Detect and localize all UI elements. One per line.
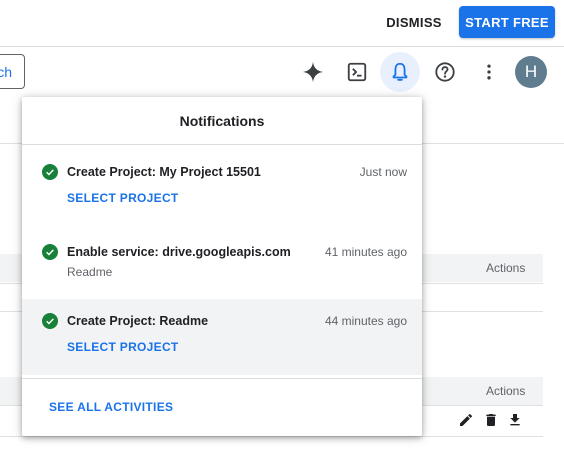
- divider: [0, 436, 543, 437]
- notification-title: Create Project: My Project 15501: [67, 165, 261, 179]
- gemini-sparkle-icon[interactable]: [293, 52, 333, 92]
- notification-time: 41 minutes ago: [324, 245, 407, 259]
- notification-title: Enable service: drive.googleapis.com: [67, 245, 291, 259]
- panel-title: Notifications: [22, 97, 422, 145]
- notification-time: 44 minutes ago: [324, 314, 407, 328]
- notification-item[interactable]: Create Project: Readme 44 minutes ago SE…: [22, 299, 422, 375]
- notification-item[interactable]: Create Project: My Project 15501 Just no…: [22, 146, 422, 220]
- notifications-panel: Notifications Create Project: My Project…: [22, 97, 422, 436]
- success-check-icon: [42, 313, 58, 329]
- notification-subtitle: Readme: [67, 265, 113, 279]
- success-check-icon: [42, 164, 58, 180]
- panel-footer: SEE ALL ACTIVITIES: [22, 378, 422, 436]
- actions-column-header: Actions: [486, 261, 526, 275]
- notification-item[interactable]: Enable service: drive.googleapis.com 41 …: [22, 226, 422, 290]
- more-vert-icon[interactable]: [469, 52, 509, 92]
- success-check-icon: [42, 244, 58, 260]
- select-project-link[interactable]: SELECT PROJECT: [67, 191, 179, 205]
- select-project-link[interactable]: SELECT PROJECT: [67, 340, 179, 354]
- download-icon[interactable]: [506, 411, 524, 429]
- free-trial-banner: DISMISS START FREE: [0, 0, 564, 47]
- search-button[interactable]: ch: [0, 54, 25, 89]
- notification-title: Create Project: Readme: [67, 314, 209, 328]
- top-toolbar: ch H: [0, 48, 564, 96]
- start-free-button[interactable]: START FREE: [459, 6, 555, 38]
- dismiss-button[interactable]: DISMISS: [376, 8, 452, 36]
- actions-column-header: Actions: [486, 384, 526, 398]
- delete-icon[interactable]: [482, 411, 500, 429]
- console-page: DISMISS START FREE ch H Actions Actions: [0, 0, 564, 453]
- account-avatar[interactable]: H: [515, 56, 547, 88]
- edit-icon[interactable]: [457, 411, 475, 429]
- help-icon[interactable]: [425, 52, 465, 92]
- notifications-bell-icon[interactable]: [380, 52, 420, 92]
- cloud-shell-icon[interactable]: [337, 52, 377, 92]
- see-all-activities-link[interactable]: SEE ALL ACTIVITIES: [49, 400, 173, 414]
- notification-time: Just now: [359, 165, 407, 179]
